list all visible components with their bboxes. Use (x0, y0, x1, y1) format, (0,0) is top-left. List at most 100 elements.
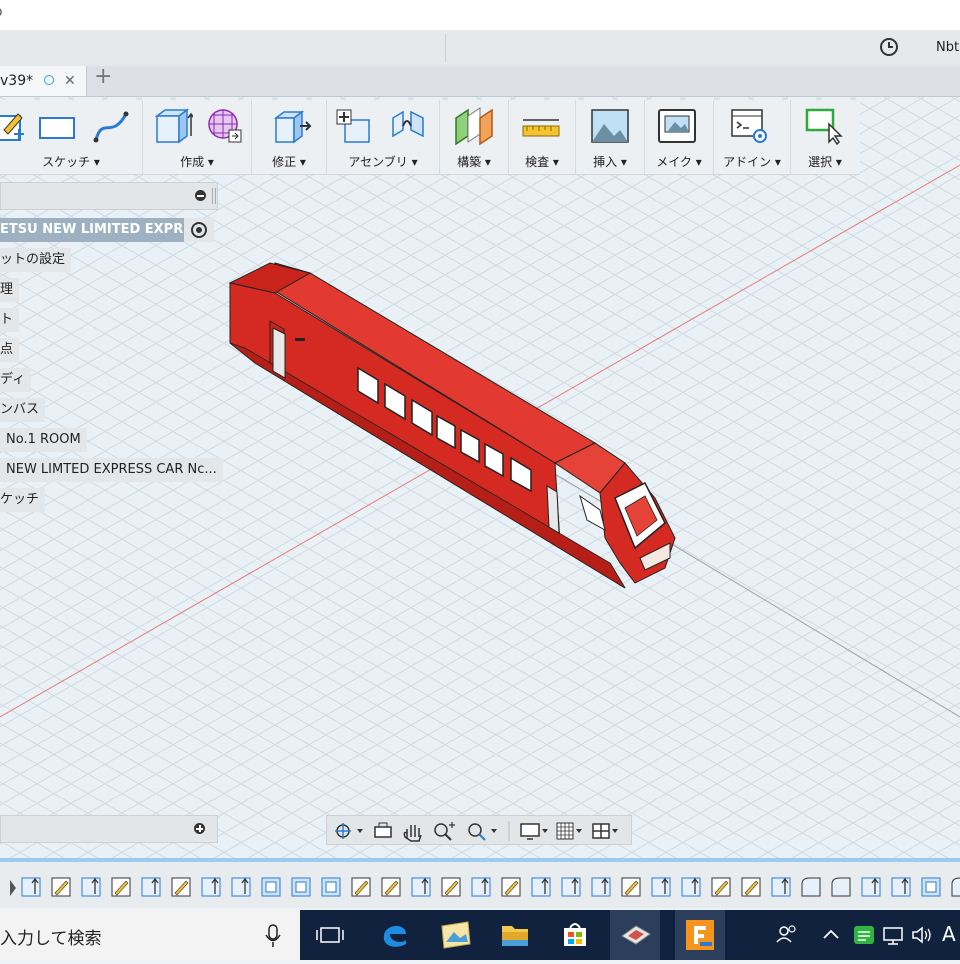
select-group[interactable]: 選択 ▾ (791, 100, 859, 174)
task-view-icon[interactable] (305, 910, 355, 960)
timeline-sketch-icon[interactable] (501, 877, 521, 897)
create-group[interactable]: 作成 ▾ (143, 100, 252, 174)
timeline-extrude-icon[interactable] (141, 877, 161, 897)
photos-app-icon[interactable] (430, 910, 480, 960)
user-name[interactable]: Nbta (936, 40, 960, 55)
timeline-sketch-icon[interactable] (741, 877, 761, 897)
timeline-extrude-icon[interactable] (861, 877, 881, 897)
sketch-group[interactable]: スケッチ ▾ (0, 100, 143, 174)
add-comment-icon[interactable] (194, 823, 205, 834)
timeline-sketch-icon[interactable] (171, 877, 191, 897)
measure-icon[interactable] (521, 106, 561, 150)
insert-group[interactable]: 挿入 ▾ (576, 100, 645, 174)
grid-settings-icon[interactable] (556, 822, 582, 840)
timeline-extrude-icon[interactable] (21, 877, 41, 897)
timeline-fillet-icon[interactable] (801, 877, 821, 897)
browser-node-sketches[interactable]: ケッチ (0, 488, 46, 512)
timeline-sketch-icon[interactable] (621, 877, 641, 897)
offset-plane-icon[interactable] (454, 106, 494, 150)
timeline-sketch-icon[interactable] (381, 877, 401, 897)
train-car-model[interactable] (225, 258, 680, 593)
scripts-addins-icon[interactable] (730, 106, 770, 150)
new-tab-icon[interactable]: + (94, 64, 112, 89)
timeline-extrude-icon[interactable] (651, 877, 671, 897)
timeline-sketch-icon[interactable] (351, 877, 371, 897)
display-settings-icon[interactable] (520, 823, 548, 840)
press-pull-icon[interactable] (272, 106, 312, 150)
job-status-clock-icon[interactable] (878, 36, 900, 62)
network-icon[interactable] (880, 910, 908, 960)
browser-grip-icon[interactable] (212, 188, 216, 204)
form-icon[interactable] (205, 106, 245, 150)
rectangle-icon[interactable] (38, 106, 78, 150)
look-at-icon[interactable] (374, 822, 392, 838)
timeline-sketch-icon[interactable] (111, 877, 131, 897)
viewports-icon[interactable] (592, 823, 618, 839)
modify-group[interactable]: 修正 ▾ (252, 100, 327, 174)
microphone-icon[interactable] (264, 924, 282, 952)
pan-icon[interactable] (403, 825, 422, 842)
edge-browser-icon[interactable] (370, 910, 420, 960)
file-explorer-icon[interactable] (490, 910, 540, 960)
assemble-group[interactable]: アセンブリ ▾ (327, 100, 440, 174)
browser-node-room[interactable]: No.1 ROOM (0, 428, 87, 452)
browser-header[interactable] (0, 182, 218, 210)
input-method-indicator[interactable]: A (942, 922, 956, 946)
create-sketch-icon[interactable] (0, 106, 26, 150)
timeline-extrude-icon[interactable] (81, 877, 101, 897)
browser-node-origin[interactable]: ト (0, 308, 20, 332)
activate-component-icon[interactable] (184, 218, 214, 242)
timeline-box-icon[interactable] (921, 877, 941, 897)
inspect-group[interactable]: 検査 ▾ (509, 100, 576, 174)
timeline-sketch-icon[interactable] (441, 877, 461, 897)
timeline-sketch-icon[interactable] (51, 877, 71, 897)
timeline-box-icon[interactable] (321, 877, 341, 897)
browser-node-point[interactable]: 点 (0, 338, 20, 362)
joint-icon[interactable] (389, 106, 429, 150)
timeline-fillet-icon[interactable] (951, 877, 960, 897)
timeline-extrude-icon[interactable] (771, 877, 791, 897)
timeline-extrude-icon[interactable] (681, 877, 701, 897)
extrude-icon[interactable] (153, 106, 195, 150)
construct-group[interactable]: 構築 ▾ (440, 100, 509, 174)
browser-root-node[interactable]: ETSU NEW LIMITED EXPR... (0, 218, 214, 242)
browser-node-canvases[interactable]: ンバス (0, 398, 46, 422)
zoom-icon[interactable] (434, 822, 455, 841)
document-tab[interactable]: v39* ✕ (0, 66, 87, 96)
browser-node-document-settings[interactable]: ットの設定 (0, 248, 72, 272)
timeline-fillet-icon[interactable] (831, 877, 851, 897)
new-component-icon[interactable] (335, 106, 375, 150)
timeline-extrude-icon[interactable] (201, 877, 221, 897)
browser-node-named-views[interactable]: 理 (0, 278, 20, 302)
timeline-extrude-icon[interactable] (231, 877, 251, 897)
3d-print-icon[interactable] (657, 106, 697, 150)
close-tab-icon[interactable]: ✕ (64, 66, 76, 96)
make-group[interactable]: メイク ▾ (645, 100, 714, 174)
insert-image-icon[interactable] (590, 106, 630, 150)
timeline-extrude-icon[interactable] (411, 877, 431, 897)
show-hidden-icons-icon[interactable] (820, 910, 842, 960)
timeline-box-icon[interactable] (291, 877, 311, 897)
timeline-extrude-icon[interactable] (561, 877, 581, 897)
browser-node-bodies[interactable]: ディ (0, 368, 32, 392)
timeline-sketch-icon[interactable] (711, 877, 731, 897)
orbit-icon[interactable] (335, 823, 363, 839)
timeline-extrude-icon[interactable] (891, 877, 911, 897)
collapse-browser-icon[interactable] (195, 190, 206, 201)
volume-icon[interactable] (908, 910, 936, 960)
taskbar-search-box[interactable]: 入力して検索 (0, 910, 300, 960)
timeline-box-icon[interactable] (261, 877, 281, 897)
fusion-360-taskbar-icon[interactable] (610, 910, 660, 960)
comments-panel-bar[interactable] (0, 815, 218, 843)
addins-group[interactable]: アドイン ▾ (714, 100, 791, 174)
timeline-extrude-icon[interactable] (471, 877, 491, 897)
timeline-extrude-icon[interactable] (591, 877, 611, 897)
store-app-icon[interactable] (550, 910, 600, 960)
people-icon[interactable] (772, 910, 802, 960)
fusion-app-icon[interactable] (675, 910, 725, 960)
browser-node-express-car[interactable]: NEW LIMTED EXPRESS CAR Nc... (0, 458, 223, 482)
select-icon[interactable] (805, 106, 845, 150)
line-app-tray-icon[interactable] (850, 910, 878, 960)
timeline-extrude-icon[interactable] (531, 877, 551, 897)
fit-icon[interactable] (468, 823, 497, 841)
